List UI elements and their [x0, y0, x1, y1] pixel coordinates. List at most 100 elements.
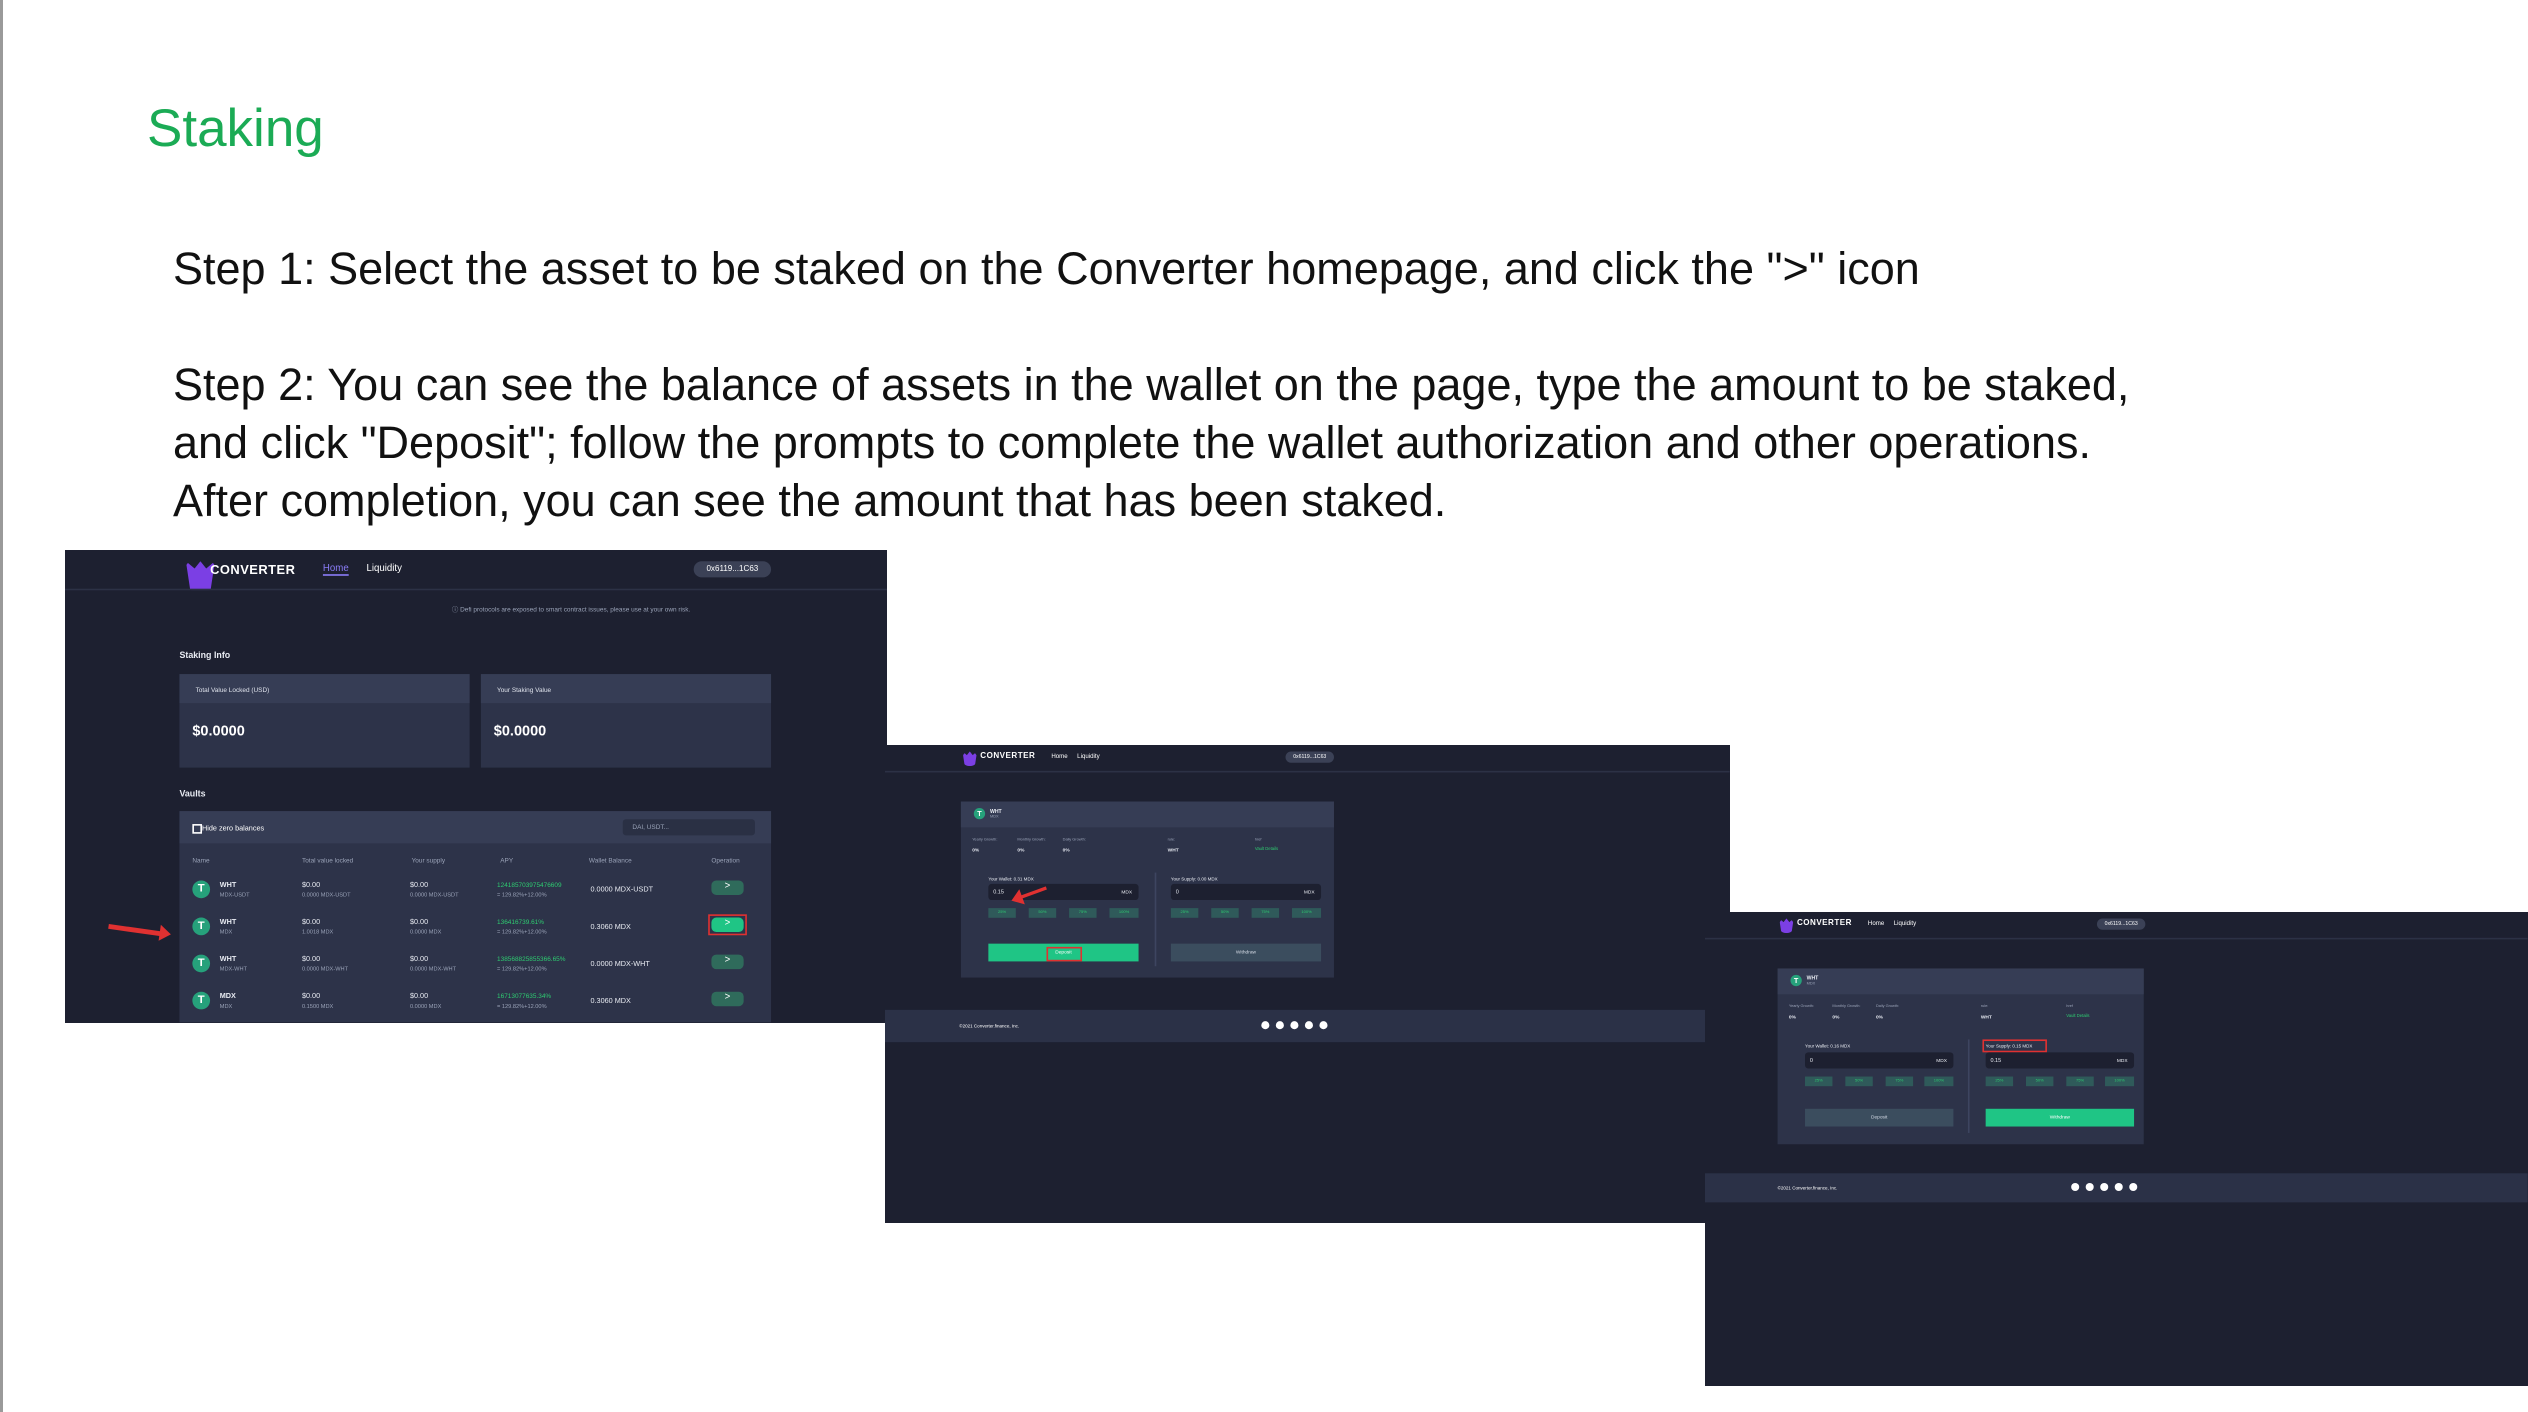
page-title: Staking — [147, 99, 324, 158]
nav-liquidity[interactable]: Liquidity — [366, 565, 401, 575]
footer: ©2021 Converter.finance, Inc. — [885, 1009, 1730, 1043]
operation-button[interactable]: > — [711, 880, 744, 895]
wallet-address-button[interactable]: 0x6119...1C63 — [693, 561, 772, 578]
brand-name: CONVERTER — [980, 751, 1036, 762]
highlight-box — [1046, 946, 1083, 961]
col-apy: APY — [500, 856, 514, 865]
deposit-pct-50[interactable]: 50% — [1845, 1076, 1873, 1087]
daily-growth-label: Daily Growth: — [1875, 1003, 1900, 1009]
deposit-amount-input[interactable]: 0 MDX — [1805, 1052, 1954, 1069]
slide-edge — [0, 0, 3, 1412]
withdraw-pct-75[interactable]: 75% — [2066, 1076, 2094, 1087]
deposit-pct-50[interactable]: 50% — [1028, 908, 1057, 918]
hide-zero-label: Hide zero balances — [202, 824, 265, 833]
daily-growth-label: Daily Growth: — [1062, 837, 1086, 842]
header-divider — [1705, 937, 2528, 940]
github-icon[interactable] — [2071, 1182, 2080, 1192]
withdraw-amount-input[interactable]: 0.15 MDX — [1985, 1052, 2135, 1069]
table-row[interactable]: T WHT MDX-WHT $0.00 0.0000 MDX-WHT $0.00… — [179, 947, 771, 982]
vault-token-sub: MDX — [989, 814, 999, 820]
twitter-icon[interactable] — [2114, 1182, 2123, 1192]
medium-icon[interactable] — [2100, 1182, 2109, 1192]
column-divider — [1154, 872, 1156, 967]
your-staking-label: Your Staking Value — [497, 685, 552, 694]
brand-name: CONVERTER — [1796, 918, 1852, 929]
withdraw-amount-input[interactable]: 0 MDX — [1170, 883, 1322, 901]
vaults-table: Hide zero balances DAI, USDT... Name Tot… — [179, 811, 772, 1023]
daily-growth-value: 0% — [1875, 1013, 1883, 1021]
vault-card: T WHT MDX Yearly Growth: Monthly Growth:… — [1777, 968, 2144, 1145]
withdraw-pct-25[interactable]: 25% — [1985, 1076, 2014, 1087]
step-2-text: Step 2: You can see the balance of asset… — [173, 356, 2129, 530]
deposit-pct-100[interactable]: 100% — [1924, 1076, 1954, 1087]
col-operation: Operation — [711, 856, 740, 865]
highlight-box — [1982, 1039, 2047, 1053]
nav-home[interactable]: Home — [1051, 753, 1067, 759]
withdraw-pct-50[interactable]: 50% — [2025, 1076, 2054, 1087]
monthly-growth-label: Monthly Growth: — [1017, 837, 1046, 842]
deposit-pct-75[interactable]: 75% — [1885, 1076, 1914, 1087]
nav-liquidity[interactable]: Liquidity — [1077, 753, 1100, 759]
withdraw-button[interactable]: Withdraw — [1985, 1108, 2135, 1127]
deposit-button[interactable]: Deposit — [1805, 1108, 1954, 1127]
telegram-icon[interactable] — [2085, 1182, 2094, 1192]
yearly-growth-label: Yearly Growth: — [1788, 1003, 1815, 1009]
hide-zero-checkbox[interactable] — [192, 824, 203, 834]
nav-liquidity[interactable]: Liquidity — [1894, 920, 1916, 926]
vault-token-sub: MDX — [1806, 981, 1816, 987]
nav-home[interactable]: Home — [322, 565, 349, 576]
yearly-growth-value: 0% — [1788, 1013, 1796, 1021]
token-icon: T — [1790, 974, 1802, 987]
risk-notice: ⓘ Defi protocols are exposed to smart co… — [451, 604, 691, 613]
daily-growth-value: 0% — [1062, 846, 1070, 854]
medium-icon[interactable] — [1290, 1021, 1299, 1030]
rule-label: rule: — [1980, 1003, 1989, 1009]
withdraw-pct-50[interactable]: 50% — [1211, 908, 1239, 918]
withdraw-pct-75[interactable]: 75% — [1251, 908, 1280, 918]
vault-search-input[interactable]: DAI, USDT... — [622, 819, 755, 836]
token-icon: T — [973, 807, 986, 820]
yearly-growth-label: Yearly Growth: — [972, 837, 998, 842]
deposit-pct-75[interactable]: 75% — [1069, 908, 1097, 918]
discord-icon[interactable] — [2129, 1182, 2138, 1192]
highlight-box — [708, 914, 747, 936]
column-divider — [1967, 1039, 1969, 1133]
withdraw-pct-100[interactable]: 100% — [2105, 1076, 2135, 1087]
table-row[interactable]: T WHT MDX-USDT $0.00 0.0000 MDX-USDT $0.… — [179, 872, 771, 907]
operation-button[interactable]: > — [711, 991, 744, 1007]
rule-label: rule: — [1167, 837, 1176, 842]
table-row[interactable]: T WHT MDX $0.00 1.0018 MDX $0.00 0.0000 … — [179, 909, 771, 944]
github-icon[interactable] — [1261, 1021, 1270, 1030]
withdraw-pct-25[interactable]: 25% — [1170, 908, 1199, 918]
vault-details-link[interactable]: Vault Details — [1255, 847, 1278, 852]
twitter-icon[interactable] — [1304, 1021, 1313, 1030]
col-tvl: Total value locked — [301, 856, 354, 865]
href-label: href — [1254, 837, 1262, 842]
screenshot-homepage: CONVERTER Home Liquidity 0x6119...1C63 ⓘ… — [65, 550, 887, 1023]
withdraw-pct-100[interactable]: 100% — [1291, 908, 1322, 918]
your-wallet-label: Your Wallet: 0.31 MDX — [988, 875, 1034, 883]
wallet-address-button[interactable]: 0x6119...1C63 — [2096, 918, 2146, 930]
screenshot-deposit: CONVERTER Home Liquidity 0x6119...1C63 T… — [885, 745, 1730, 1223]
telegram-icon[interactable] — [1275, 1021, 1284, 1030]
tvl-value: $0.0000 — [192, 722, 245, 739]
wallet-address-button[interactable]: 0x6119...1C63 — [1285, 751, 1334, 763]
token-icon: T — [192, 991, 211, 1010]
deposit-pct-25[interactable]: 25% — [1805, 1076, 1833, 1087]
vault-details-link[interactable]: Vault Details — [2066, 1014, 2089, 1019]
discord-icon[interactable] — [1319, 1021, 1328, 1030]
your-supply-label: Your Supply: 0.00 MDX — [1170, 875, 1218, 883]
header-divider — [65, 588, 887, 591]
rule-value: WHT — [1167, 846, 1179, 854]
withdraw-button[interactable]: Withdraw — [1170, 943, 1322, 962]
converter-logo-icon — [1779, 918, 1794, 933]
operation-button[interactable]: > — [711, 954, 744, 970]
nav-home[interactable]: Home — [1868, 920, 1884, 926]
token-icon: T — [192, 880, 211, 899]
deposit-pct-100[interactable]: 100% — [1109, 908, 1139, 918]
deposit-pct-25[interactable]: 25% — [988, 908, 1016, 918]
monthly-growth-value: 0% — [1832, 1013, 1840, 1021]
your-wallet-label: Your Wallet: 0.16 MDX — [1805, 1042, 1851, 1050]
staking-info-heading: Staking Info — [179, 651, 231, 662]
table-row[interactable]: T MDX MDX $0.00 0.1500 MDX $0.00 0.0000 … — [179, 984, 771, 1019]
